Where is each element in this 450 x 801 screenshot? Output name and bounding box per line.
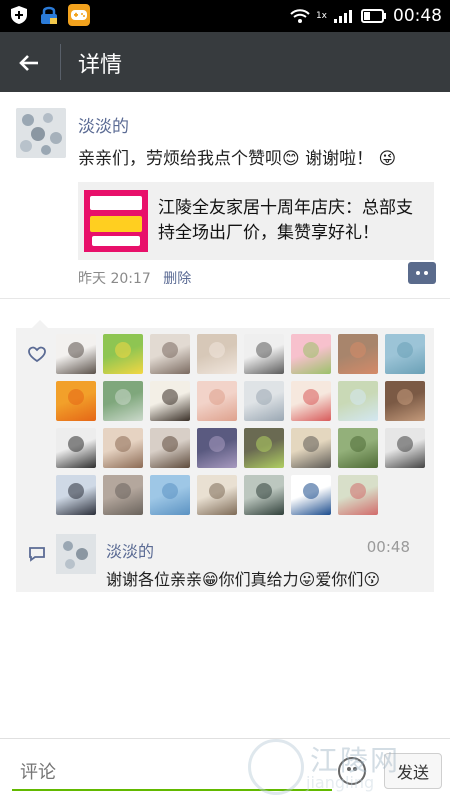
liker-avatar[interactable] bbox=[338, 381, 378, 421]
liker-avatar[interactable] bbox=[103, 334, 143, 374]
post-time: 昨天 20:17 bbox=[78, 271, 151, 287]
liker-avatar[interactable] bbox=[385, 381, 425, 421]
liker-avatar[interactable] bbox=[150, 475, 190, 515]
comment-input[interactable] bbox=[18, 755, 322, 789]
author-avatar[interactable] bbox=[16, 108, 66, 158]
input-underline bbox=[12, 789, 332, 791]
shared-link-card[interactable]: 江陵全友家居十周年店庆：总部支持全场出厂价，集赞享好礼！ bbox=[78, 182, 434, 260]
liker-avatar[interactable] bbox=[385, 334, 425, 374]
topbar-divider bbox=[60, 44, 61, 80]
liker-avatar[interactable] bbox=[150, 428, 190, 468]
liker-avatar[interactable] bbox=[338, 334, 378, 374]
liker-avatar[interactable] bbox=[244, 334, 284, 374]
liker-avatar[interactable] bbox=[197, 334, 237, 374]
status-left-icons bbox=[8, 4, 90, 26]
battery-icon bbox=[361, 9, 386, 23]
status-right: 1x 00:48 bbox=[290, 6, 442, 26]
likes-and-comments-panel: 淡淡的 00:48 谢谢各位亲亲😁你们真给力😛爱你们😗 bbox=[16, 320, 434, 592]
liker-avatar[interactable] bbox=[103, 381, 143, 421]
liker-avatar[interactable] bbox=[56, 428, 96, 468]
back-arrow-icon bbox=[19, 55, 38, 71]
liker-avatar[interactable] bbox=[150, 334, 190, 374]
liker-avatar[interactable] bbox=[56, 334, 96, 374]
status-bar: 1x 00:48 bbox=[0, 0, 450, 32]
liker-avatar[interactable] bbox=[197, 475, 237, 515]
clock: 00:48 bbox=[393, 6, 442, 26]
liker-avatar[interactable] bbox=[244, 475, 284, 515]
link-title: 江陵全友家居十周年店庆：总部支持全场出厂价，集赞享好礼！ bbox=[158, 198, 413, 243]
back-button[interactable] bbox=[16, 49, 44, 77]
page-title: 详情 bbox=[78, 53, 123, 78]
lock-screen-icon bbox=[38, 4, 60, 26]
more-actions-button[interactable] bbox=[408, 262, 436, 284]
link-thumbnail bbox=[84, 190, 148, 252]
game-controller-icon bbox=[68, 4, 90, 26]
liker-avatar[interactable] bbox=[291, 381, 331, 421]
panel-caret bbox=[32, 320, 48, 328]
moment-detail: 淡淡的 亲亲们，劳烦给我点个赞呗😊 谢谢啦！ 😜 江陵全友家居十周年店庆：总部支… bbox=[0, 92, 450, 738]
liker-avatar[interactable] bbox=[338, 475, 378, 515]
liker-avatar[interactable] bbox=[244, 381, 284, 421]
separator-line bbox=[0, 298, 450, 299]
liker-avatar[interactable] bbox=[150, 381, 190, 421]
author-name[interactable]: 淡淡的 bbox=[78, 112, 129, 137]
comment-input-bar: 发送 江陵网 jiangling bbox=[0, 738, 450, 801]
liker-avatar[interactable] bbox=[291, 475, 331, 515]
liker-avatar[interactable] bbox=[103, 428, 143, 468]
shield-plus-icon bbox=[8, 4, 30, 26]
comment-icon bbox=[28, 546, 46, 566]
commenter-avatar[interactable] bbox=[56, 534, 96, 574]
post-meta: 昨天 20:17 删除 bbox=[78, 268, 191, 288]
liker-avatar[interactable] bbox=[56, 475, 96, 515]
liker-avatar[interactable] bbox=[56, 381, 96, 421]
delete-link[interactable]: 删除 bbox=[163, 271, 191, 287]
liker-avatar[interactable] bbox=[197, 428, 237, 468]
network-label: 1x bbox=[315, 11, 327, 21]
comment-time: 00:48 bbox=[366, 538, 410, 556]
top-bar: 详情 bbox=[0, 32, 450, 92]
signal-icon bbox=[334, 10, 352, 23]
send-button[interactable]: 发送 bbox=[384, 753, 442, 789]
wifi-icon bbox=[290, 9, 310, 23]
liker-avatar[interactable] bbox=[197, 381, 237, 421]
comment-text: 谢谢各位亲亲😁你们真给力😛爱你们😗 bbox=[106, 570, 381, 589]
liker-avatar[interactable] bbox=[103, 475, 143, 515]
liker-avatar[interactable] bbox=[291, 334, 331, 374]
heart-icon bbox=[28, 346, 46, 368]
comment-author[interactable]: 淡淡的 bbox=[106, 538, 154, 562]
emoji-button[interactable] bbox=[338, 757, 366, 785]
post-text: 亲亲们，劳烦给我点个赞呗😊 谢谢啦！ 😜 bbox=[78, 149, 397, 169]
liker-avatar[interactable] bbox=[244, 428, 284, 468]
liker-avatar[interactable] bbox=[385, 428, 425, 468]
liker-avatar[interactable] bbox=[291, 428, 331, 468]
liker-avatar[interactable] bbox=[338, 428, 378, 468]
